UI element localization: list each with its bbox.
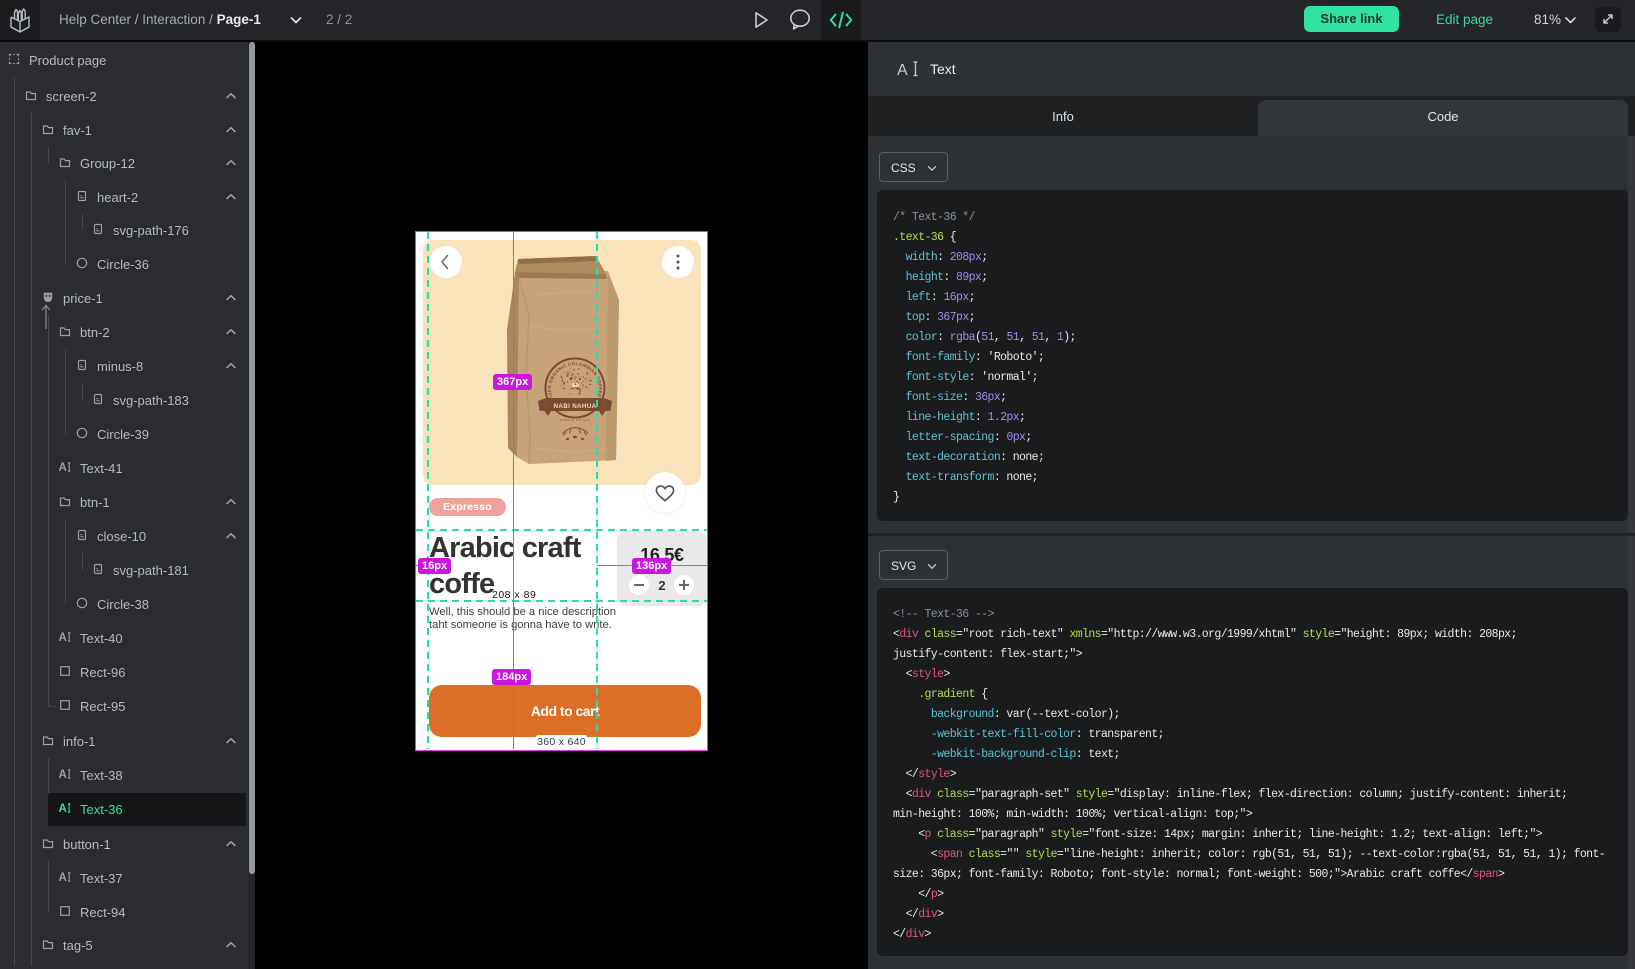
svg-text:A: A (59, 803, 67, 814)
svg-text:A: A (897, 62, 908, 79)
svg-text:A: A (59, 462, 67, 473)
svg-text:A: A (59, 769, 67, 780)
svg-text:A: A (59, 632, 67, 643)
svg-text:A: A (59, 872, 67, 883)
